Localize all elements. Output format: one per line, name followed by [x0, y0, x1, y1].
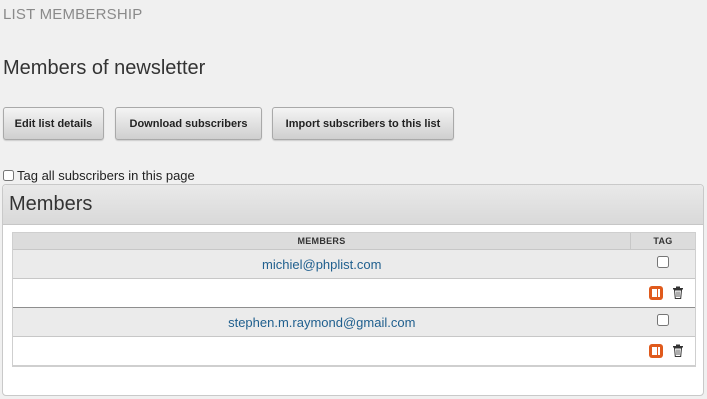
member-email-link[interactable]: stephen.m.raymond@gmail.com [228, 315, 415, 330]
column-header-members: MEMBERS [13, 233, 631, 250]
page-title: Members of newsletter [3, 57, 206, 79]
table-row: stephen.m.raymond@gmail.com [13, 307, 695, 337]
unsubscribe-icon[interactable] [649, 285, 663, 300]
members-panel: Members MEMBERS TAG michiel@phplist.com [2, 184, 704, 396]
download-subscribers-button[interactable]: Download subscribers [115, 107, 262, 140]
tag-checkbox[interactable] [656, 314, 669, 326]
tag-all-row: Tag all subscribers in this page [3, 168, 195, 183]
section-label: LIST MEMBERSHIP [3, 6, 143, 23]
tag-cell [630, 307, 695, 337]
table-row: michiel@phplist.com [13, 249, 695, 279]
trash-icon[interactable] [672, 344, 684, 358]
actions-cell [13, 336, 695, 366]
trash-icon[interactable] [672, 286, 684, 300]
members-panel-header: Members [3, 185, 703, 225]
tag-all-checkbox[interactable] [3, 170, 14, 181]
tag-cell [630, 249, 695, 279]
table-row-actions [13, 336, 695, 366]
edit-list-details-button[interactable]: Edit list details [3, 107, 104, 140]
tag-all-label: Tag all subscribers in this page [17, 168, 195, 183]
member-cell: michiel@phplist.com [13, 249, 631, 279]
column-header-tag: TAG [630, 233, 695, 250]
actions-cell [13, 278, 695, 308]
import-subscribers-button[interactable]: Import subscribers to this list [272, 107, 454, 140]
member-email-link[interactable]: michiel@phplist.com [262, 257, 381, 272]
unsubscribe-icon[interactable] [649, 343, 663, 358]
members-table: MEMBERS TAG michiel@phplist.com stephen.… [12, 232, 696, 367]
table-row-actions [13, 278, 695, 308]
member-cell: stephen.m.raymond@gmail.com [13, 307, 631, 337]
tag-checkbox[interactable] [656, 256, 669, 268]
